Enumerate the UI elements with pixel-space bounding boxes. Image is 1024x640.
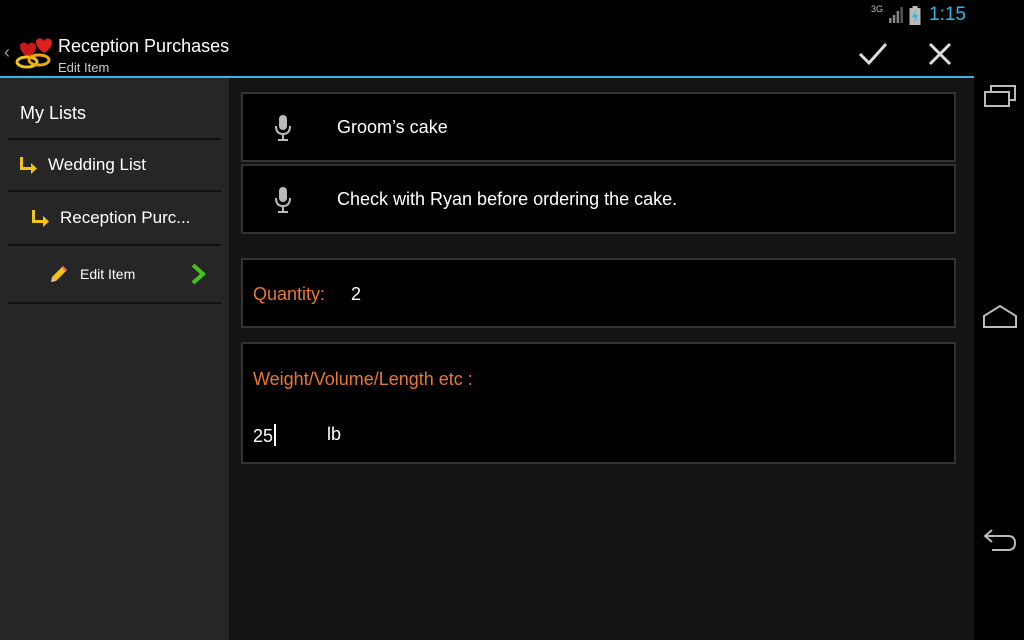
status-bar: 3G 1:15	[0, 0, 974, 30]
weight-unit[interactable]: lb	[327, 424, 341, 445]
status-icons: 3G 1:15	[871, 4, 966, 26]
pencil-icon	[51, 266, 67, 282]
text-cursor	[274, 424, 277, 446]
home-icon[interactable]	[982, 302, 1018, 332]
edit-item-form: Groom’s cake Check with Ryan before orde…	[229, 78, 974, 640]
sidebar-item-reception-purchases[interactable]: Reception Purc...	[8, 192, 221, 246]
sidebar-item-label: Reception Purc...	[60, 208, 191, 227]
close-icon	[928, 42, 952, 66]
sidebar-item-label: Wedding List	[48, 155, 146, 174]
item-name-field[interactable]: Groom’s cake	[241, 92, 956, 162]
quantity-label: Quantity:	[253, 284, 326, 304]
weight-input[interactable]: 25	[253, 424, 277, 447]
sidebar-item-wedding-list[interactable]: Wedding List	[8, 140, 221, 192]
clock: 1:15	[929, 4, 966, 25]
sidebar-item-edit-item[interactable]: Edit Item	[8, 246, 221, 304]
signal-icon	[889, 7, 903, 23]
network-type: 3G	[871, 4, 884, 14]
checkmark-icon	[858, 42, 888, 66]
up-caret-icon[interactable]: ‹	[4, 42, 10, 63]
child-arrow-icon	[32, 210, 49, 227]
sidebar-item-my-lists[interactable]: My Lists	[8, 88, 221, 140]
microphone-icon[interactable]	[275, 187, 291, 213]
quantity-input[interactable]: 2	[351, 284, 361, 305]
sidebar: My Lists Wedding List Reception Purc... …	[0, 78, 229, 640]
system-nav-bar	[974, 0, 1024, 640]
battery-charging-icon	[909, 5, 921, 25]
item-notes-value[interactable]: Check with Ryan before ordering the cake…	[337, 189, 677, 210]
chevron-right-icon	[191, 263, 206, 285]
confirm-button[interactable]	[855, 38, 891, 70]
item-name-value[interactable]: Groom’s cake	[337, 117, 448, 138]
microphone-icon[interactable]	[275, 115, 291, 141]
cancel-button[interactable]	[922, 38, 958, 70]
weight-field[interactable]: Weight/Volume/Length etc : 25 lb	[241, 342, 956, 464]
quantity-field[interactable]: Quantity: 2	[241, 258, 956, 328]
sidebar-item-label: My Lists	[20, 102, 87, 123]
page-subtitle: Edit Item	[58, 60, 110, 75]
weight-input-value: 25	[253, 426, 274, 446]
app-logo-icon[interactable]	[14, 36, 54, 70]
sidebar-item-label: Edit Item	[80, 266, 136, 282]
recent-apps-icon[interactable]	[982, 82, 1018, 112]
back-icon[interactable]	[982, 524, 1018, 554]
item-notes-field[interactable]: Check with Ryan before ordering the cake…	[241, 164, 956, 234]
weight-label: Weight/Volume/Length etc :	[253, 369, 473, 389]
child-arrow-icon	[20, 157, 37, 174]
page-title: Reception Purchases	[58, 36, 230, 56]
